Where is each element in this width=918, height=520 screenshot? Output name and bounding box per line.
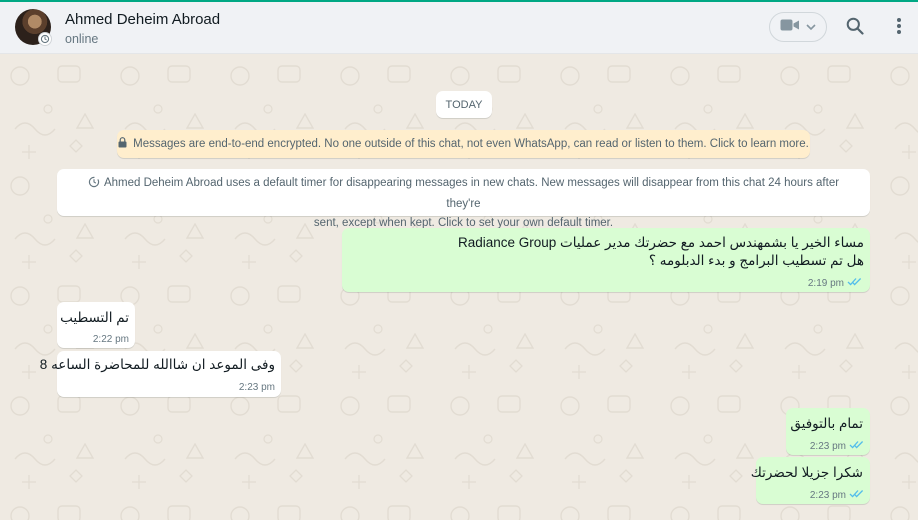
message-meta: 2:23 pm xyxy=(239,382,275,393)
message-bubble-incoming[interactable]: وفى الموعد ان شاالله للمحاضرة الساعه 8 2… xyxy=(40,351,281,397)
video-call-icon xyxy=(780,18,800,37)
message-text: شكرا جزيلا لحضرتك xyxy=(750,465,863,480)
message-text: وفى الموعد ان شاالله للمحاضرة الساعه 8 xyxy=(39,357,275,372)
contact-status: online xyxy=(65,32,99,46)
message-time: 2:22 pm xyxy=(92,334,129,345)
read-ticks-icon xyxy=(849,440,864,452)
message-bubble-outgoing[interactable]: تمام بالتوفيق 2:23 pm xyxy=(786,408,870,455)
read-ticks-icon xyxy=(849,489,864,501)
message-time: 2:19 pm xyxy=(807,277,844,289)
video-call-button[interactable] xyxy=(769,12,827,42)
encryption-notice-text: Messages are end-to-end encrypted. No on… xyxy=(133,138,809,150)
date-chip: TODAY xyxy=(436,91,492,118)
menu-button[interactable] xyxy=(889,16,909,40)
message-time: 2:23 pm xyxy=(809,440,846,452)
message-meta: 2:19 pm xyxy=(808,277,862,289)
timer-icon xyxy=(88,176,100,195)
chevron-down-icon xyxy=(806,18,816,36)
disappearing-messages-notice[interactable]: Ahmed Deheim Abroad uses a default timer… xyxy=(57,169,870,229)
menu-icon xyxy=(896,17,902,40)
timer-icon xyxy=(38,32,52,46)
message-bubble-outgoing[interactable]: شكرا جزيلا لحضرتك 2:23 pm xyxy=(751,457,870,504)
message-time: 2:23 pm xyxy=(809,489,846,501)
lock-icon xyxy=(118,137,127,151)
read-ticks-icon xyxy=(847,277,862,289)
message-text: هل تم تسطيب البرامج و بدء الدبلومه ؟ xyxy=(648,253,864,268)
message-meta: 2:23 pm xyxy=(810,489,864,501)
message-time: 2:23 pm xyxy=(238,382,275,393)
message-bubble-incoming[interactable]: تم التسطيب 2:22 pm xyxy=(57,302,135,348)
message-bubble-outgoing[interactable]: مساء الخير يا بشمهندس احمد مع حضرتك مدير… xyxy=(342,228,870,292)
message-meta: 2:22 pm xyxy=(93,334,129,345)
message-meta: 2:23 pm xyxy=(810,440,864,452)
search-icon xyxy=(846,17,864,40)
contact-name[interactable]: Ahmed Deheim Abroad xyxy=(65,11,220,28)
message-text: مساء الخير يا بشمهندس احمد مع حضرتك مدير… xyxy=(457,235,864,250)
encryption-notice[interactable]: Messages are end-to-end encrypted. No on… xyxy=(117,130,810,158)
chat-header[interactable]: Ahmed Deheim Abroad online xyxy=(0,2,918,54)
search-button[interactable] xyxy=(843,16,867,40)
timer-notice-line1: Ahmed Deheim Abroad uses a default timer… xyxy=(103,177,840,210)
message-text: تم التسطيب xyxy=(60,310,129,325)
message-text: تمام بالتوفيق xyxy=(790,416,863,431)
